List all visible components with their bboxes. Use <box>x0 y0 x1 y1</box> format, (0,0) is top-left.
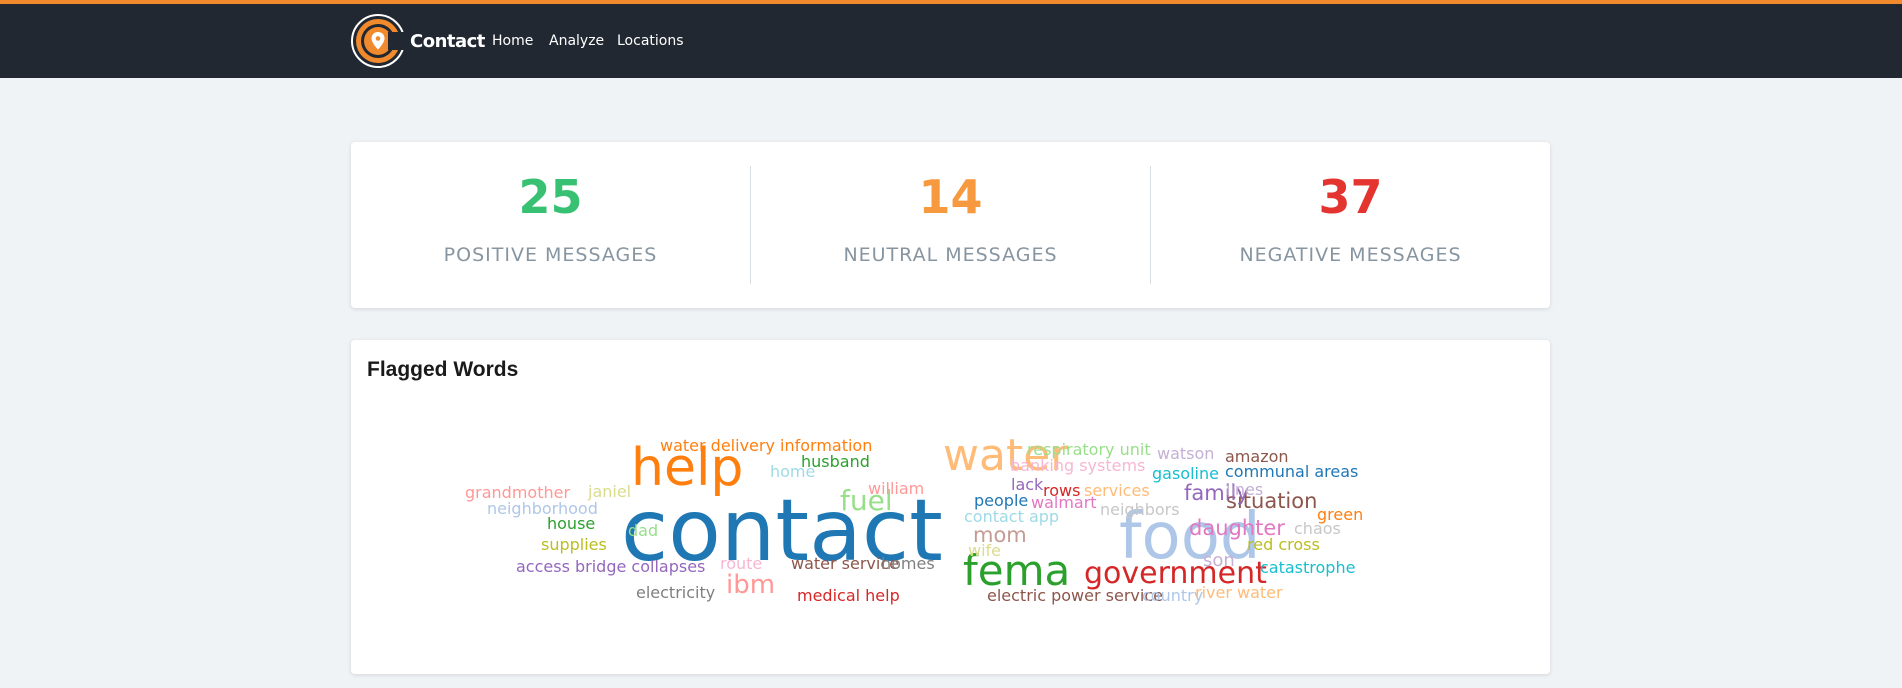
positive-count: 25 <box>518 170 583 224</box>
flagged-word: red cross <box>1247 535 1320 554</box>
neutral-stat: 14 NEUTRAL MESSAGES <box>751 142 1150 308</box>
flagged-word: route <box>720 554 762 573</box>
nav-locations-link[interactable]: Locations <box>617 33 684 49</box>
flagged-word: country <box>1142 586 1203 605</box>
neutral-count: 14 <box>918 170 983 224</box>
word-cloud: contact foodhelp waterfema governmentfuelib… <box>465 430 1363 605</box>
nav-analyze-link[interactable]: Analyze <box>549 33 604 49</box>
flagged-word: lines <box>1226 480 1263 499</box>
flagged-word: contact app <box>964 507 1059 526</box>
flagged-word: electric power service <box>987 586 1163 605</box>
flagged-word: medical help <box>797 586 900 605</box>
flagged-word: river water <box>1195 583 1283 602</box>
neutral-label: NEUTRAL MESSAGES <box>843 244 1058 266</box>
flagged-word: neighbors <box>1100 500 1180 519</box>
flagged-word: william <box>868 479 924 498</box>
negative-count: 37 <box>1318 170 1383 224</box>
nav-home-link[interactable]: Home <box>492 33 533 49</box>
flagged-word: supplies <box>541 535 607 554</box>
flagged-word: ibm <box>726 570 775 600</box>
flagged-word: home <box>770 462 815 481</box>
positive-stat: 25 POSITIVE MESSAGES <box>351 142 750 308</box>
brand-name: Contact <box>410 30 485 52</box>
flagged-word: electricity <box>636 583 715 602</box>
flagged-word: gasoline <box>1152 464 1219 483</box>
top-navbar: Contact Home Analyze Locations <box>0 4 1902 78</box>
positive-label: POSITIVE MESSAGES <box>443 244 658 266</box>
flagged-word: watson <box>1157 444 1214 463</box>
flagged-word: homes <box>881 554 935 573</box>
sentiment-stats-card: 25 POSITIVE MESSAGES 14 NEUTRAL MESSAGES… <box>351 142 1550 308</box>
contact-logo-icon <box>351 14 406 68</box>
flagged-word: son <box>1203 550 1235 571</box>
flagged-word: banking systems <box>1010 456 1145 475</box>
flagged-word: communal areas <box>1225 462 1358 481</box>
flagged-words-card: Flagged Words contact food help water fema go… <box>351 340 1550 674</box>
negative-stat: 37 NEGATIVE MESSAGES <box>1151 142 1550 308</box>
flagged-word: house <box>547 514 595 533</box>
flagged-word: dad <box>628 521 658 540</box>
flagged-word: access bridge collapses <box>516 557 705 576</box>
brand-home-link[interactable]: Contact <box>350 12 485 70</box>
negative-label: NEGATIVE MESSAGES <box>1239 244 1462 266</box>
flagged-word: catastrophe <box>1260 558 1355 577</box>
flagged-word: wife <box>968 541 1001 560</box>
